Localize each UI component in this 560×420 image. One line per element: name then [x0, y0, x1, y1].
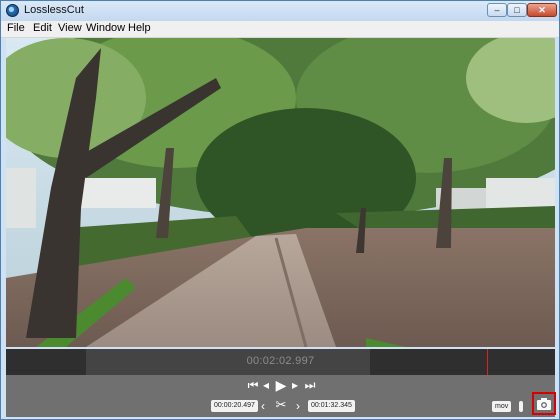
video-frame — [6, 38, 555, 347]
cut-start-time[interactable]: 00:00:20.497 — [211, 400, 258, 412]
jump-start-icon[interactable]: ⏮ — [246, 378, 260, 392]
menu-window[interactable]: Window — [86, 22, 125, 34]
play-icon[interactable]: ▶ — [274, 378, 288, 392]
camera-icon — [537, 398, 551, 410]
jump-end-icon[interactable]: ⏭ — [303, 378, 317, 392]
current-timecode: 00:02:02.997 — [246, 355, 315, 367]
set-cut-start-icon[interactable]: ‹ — [258, 399, 268, 413]
screenshot-button[interactable] — [532, 392, 556, 415]
app-icon — [6, 4, 19, 17]
cut-end-time[interactable]: 00:01:32.345 — [308, 400, 355, 412]
app-window: LosslessCut – □ ✕ File Edit View Window … — [0, 0, 560, 420]
maximize-button[interactable]: □ — [507, 3, 527, 17]
set-cut-end-icon[interactable]: › — [293, 399, 303, 413]
close-button[interactable]: ✕ — [527, 3, 557, 17]
menu-bar: File Edit View Window Help — [1, 21, 559, 38]
format-button[interactable]: mov — [492, 401, 512, 412]
scissors-icon[interactable]: ✂ — [273, 398, 289, 412]
video-player[interactable] — [6, 38, 555, 347]
title-bar[interactable]: LosslessCut – □ ✕ — [1, 1, 559, 21]
menu-edit[interactable]: Edit — [33, 22, 52, 34]
prev-frame-icon[interactable]: ◂ — [261, 378, 271, 392]
export-button[interactable] — [519, 401, 523, 412]
timeline[interactable]: 00:02:02.997 — [6, 349, 555, 375]
minimize-button[interactable]: – — [487, 3, 507, 17]
controls-bar: ⏮ ◂ ▶ ▸ ⏭ 00:00:20.497 ‹ ✂ › 00:01:32.34… — [6, 375, 555, 417]
menu-file[interactable]: File — [7, 22, 25, 34]
menu-help[interactable]: Help — [128, 22, 151, 34]
window-title: LosslessCut — [24, 4, 84, 16]
menu-view[interactable]: View — [58, 22, 82, 34]
next-frame-icon[interactable]: ▸ — [290, 378, 300, 392]
